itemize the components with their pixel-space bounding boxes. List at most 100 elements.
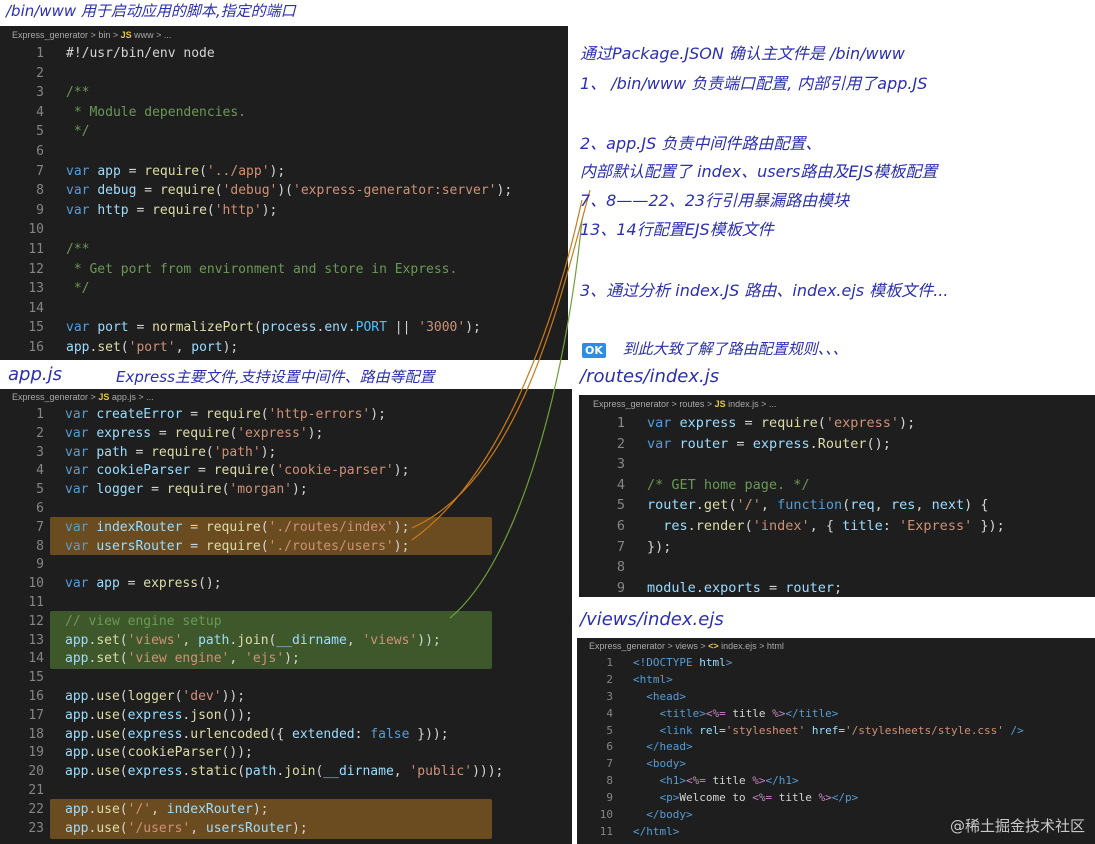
- code-line[interactable]: 13 app.set('views', path.join(__dirname, …: [0, 632, 572, 651]
- breadcrumb-item[interactable]: index.js: [728, 399, 759, 409]
- code-line[interactable]: 5 */: [0, 122, 568, 142]
- code-line[interactable]: 12 * Get port from environment and store…: [0, 260, 568, 280]
- code-line[interactable]: 10: [0, 220, 568, 240]
- code-line[interactable]: 1 var express = require('express');: [579, 413, 1095, 434]
- code-line[interactable]: 15: [0, 669, 572, 688]
- breadcrumb-item[interactable]: html: [767, 641, 784, 651]
- code-line[interactable]: 18 app.use(express.urlencoded({ extended:…: [0, 726, 572, 745]
- breadcrumb-item[interactable]: bin: [98, 30, 110, 40]
- breadcrumb-item[interactable]: app.js: [112, 392, 136, 402]
- code-line[interactable]: 5 <link rel='stylesheet' href='/styleshe…: [577, 723, 1095, 740]
- code-line[interactable]: 3 /**: [0, 83, 568, 103]
- breadcrumb-item[interactable]: views: [675, 641, 698, 651]
- code-line[interactable]: 2 var express = require('express');: [0, 425, 572, 444]
- code-token: usersRouter: [205, 820, 292, 836]
- code-line[interactable]: 1 <!DOCTYPE html>: [577, 655, 1095, 672]
- code-line[interactable]: 9: [0, 556, 572, 575]
- code-line[interactable]: 5 var logger = require('morgan');: [0, 481, 572, 500]
- breadcrumb-item[interactable]: ...: [146, 392, 154, 402]
- code-token: 'stylesheet': [725, 723, 806, 737]
- code-token: static: [190, 764, 238, 780]
- code-line[interactable]: 16 app.set('port', port);: [0, 338, 568, 358]
- line-number: 10: [28, 576, 44, 592]
- code-line[interactable]: 11 /**: [0, 240, 568, 260]
- breadcrumb-item[interactable]: ...: [164, 30, 172, 40]
- code-line[interactable]: 8 <h1><%= title %></h1>: [577, 773, 1095, 790]
- breadcrumb-item[interactable]: Express_generator: [12, 30, 88, 40]
- code-line[interactable]: 15 var port = normalizePort(process.env.P…: [0, 318, 568, 338]
- code-line[interactable]: 14: [0, 299, 568, 319]
- code-line[interactable]: 6: [0, 500, 572, 519]
- code-line[interactable]: 14 app.set('view engine', 'ejs');: [0, 650, 572, 669]
- breadcrumb-item[interactable]: Express_generator: [12, 392, 88, 402]
- code-line[interactable]: 8 var debug = require('debug')('express-g…: [0, 181, 568, 201]
- line-number: 12: [28, 261, 44, 277]
- code-token: ||: [386, 320, 419, 336]
- code-line[interactable]: 22 app.use('/', indexRouter);: [0, 801, 572, 820]
- code-line[interactable]: 1 var createError = require('http-errors'…: [0, 406, 572, 425]
- code-token: );: [899, 415, 916, 431]
- code-line[interactable]: 2: [0, 64, 568, 84]
- app-js-desc: Express主要文件,支持设置中间件、路由等配置: [116, 368, 435, 386]
- code-token: res: [663, 517, 688, 534]
- code-line[interactable]: 13 */: [0, 279, 568, 299]
- code-line[interactable]: 3 <head>: [577, 689, 1095, 706]
- breadcrumb-separator: >: [88, 30, 99, 40]
- code-line[interactable]: 9 var http = require('http');: [0, 201, 568, 221]
- code-line[interactable]: 11: [0, 594, 572, 613]
- code-line[interactable]: 20 app.use(express.static(path.join(__dir…: [0, 763, 572, 782]
- code-line[interactable]: 10 var app = express();: [0, 575, 572, 594]
- breadcrumb-item[interactable]: Express_generator: [593, 399, 669, 409]
- breadcrumb-item[interactable]: index.ejs: [721, 641, 757, 651]
- code-line[interactable]: 4 var cookieParser = require('cookie-pars…: [0, 462, 572, 481]
- code-token: (: [119, 801, 128, 817]
- code-line[interactable]: 4 /* GET home page. */: [579, 475, 1095, 496]
- code-token: express: [127, 764, 183, 780]
- code-token: require: [205, 519, 261, 535]
- code-line[interactable]: 9 module.exports = router;: [579, 578, 1095, 597]
- breadcrumb-item[interactable]: www: [134, 30, 154, 40]
- code-line[interactable]: 4 <title><%= title %></title>: [577, 706, 1095, 723]
- code-line[interactable]: 16 app.use(logger('dev'));: [0, 688, 572, 707]
- code-line[interactable]: 9 <p>Welcome to <%= title %></p>: [577, 790, 1095, 807]
- line-number: 2: [36, 425, 44, 441]
- breadcrumb-item[interactable]: Express_generator: [589, 641, 665, 651]
- code-token: res: [890, 497, 916, 514]
- code-line[interactable]: 5 router.get('/', function(req, res, next…: [579, 495, 1095, 516]
- code-line[interactable]: 8: [579, 557, 1095, 578]
- code-line[interactable]: 3: [579, 454, 1095, 475]
- code-line[interactable]: 21: [0, 782, 572, 801]
- code-token: :: [354, 726, 371, 742]
- line-number: 23: [28, 820, 44, 836]
- code-line[interactable]: 6: [0, 142, 568, 162]
- code-token: var: [66, 163, 98, 179]
- code-line[interactable]: 7});: [579, 537, 1095, 558]
- code-token: );: [284, 651, 300, 667]
- code-line[interactable]: 19 app.use(cookieParser());: [0, 744, 572, 763]
- code-token: =: [136, 183, 160, 199]
- note-line-6: 13、14行配置EJS模板文件: [580, 220, 774, 239]
- code-token: =: [736, 415, 761, 431]
- code-line[interactable]: 17 app.use(express.json());: [0, 707, 572, 726]
- code-line[interactable]: 8 var usersRouter = require('./routes/use…: [0, 538, 572, 557]
- breadcrumb-item[interactable]: routes: [679, 399, 704, 409]
- code-line[interactable]: 3 var path = require('path');: [0, 444, 572, 463]
- breadcrumb-item[interactable]: ...: [769, 399, 777, 409]
- code-line[interactable]: 2 <html>: [577, 672, 1095, 689]
- code-token: ,: [175, 339, 192, 355]
- code-line[interactable]: 6 res.render('index', { title: 'Express'…: [579, 516, 1095, 537]
- code-token: );: [269, 163, 286, 179]
- code-line[interactable]: 6 </head>: [577, 739, 1095, 756]
- code-line[interactable]: 23 app.use('/users', usersRouter);: [0, 820, 572, 839]
- code-line[interactable]: 12 // view engine setup: [0, 613, 572, 632]
- line-number: 15: [28, 670, 44, 686]
- code-token: );: [292, 482, 308, 498]
- code-line[interactable]: 7 <body>: [577, 756, 1095, 773]
- code-line[interactable]: 1 #!/usr/bin/env node: [0, 44, 568, 64]
- code-line[interactable]: 2 var router = express.Router();: [579, 434, 1095, 455]
- code-line[interactable]: 7 var indexRouter = require('./routes/ind…: [0, 519, 572, 538]
- code-line[interactable]: 4 * Module dependencies.: [0, 103, 568, 123]
- code-line[interactable]: 7 var app = require('../app');: [0, 162, 568, 182]
- code-token: (: [237, 764, 246, 780]
